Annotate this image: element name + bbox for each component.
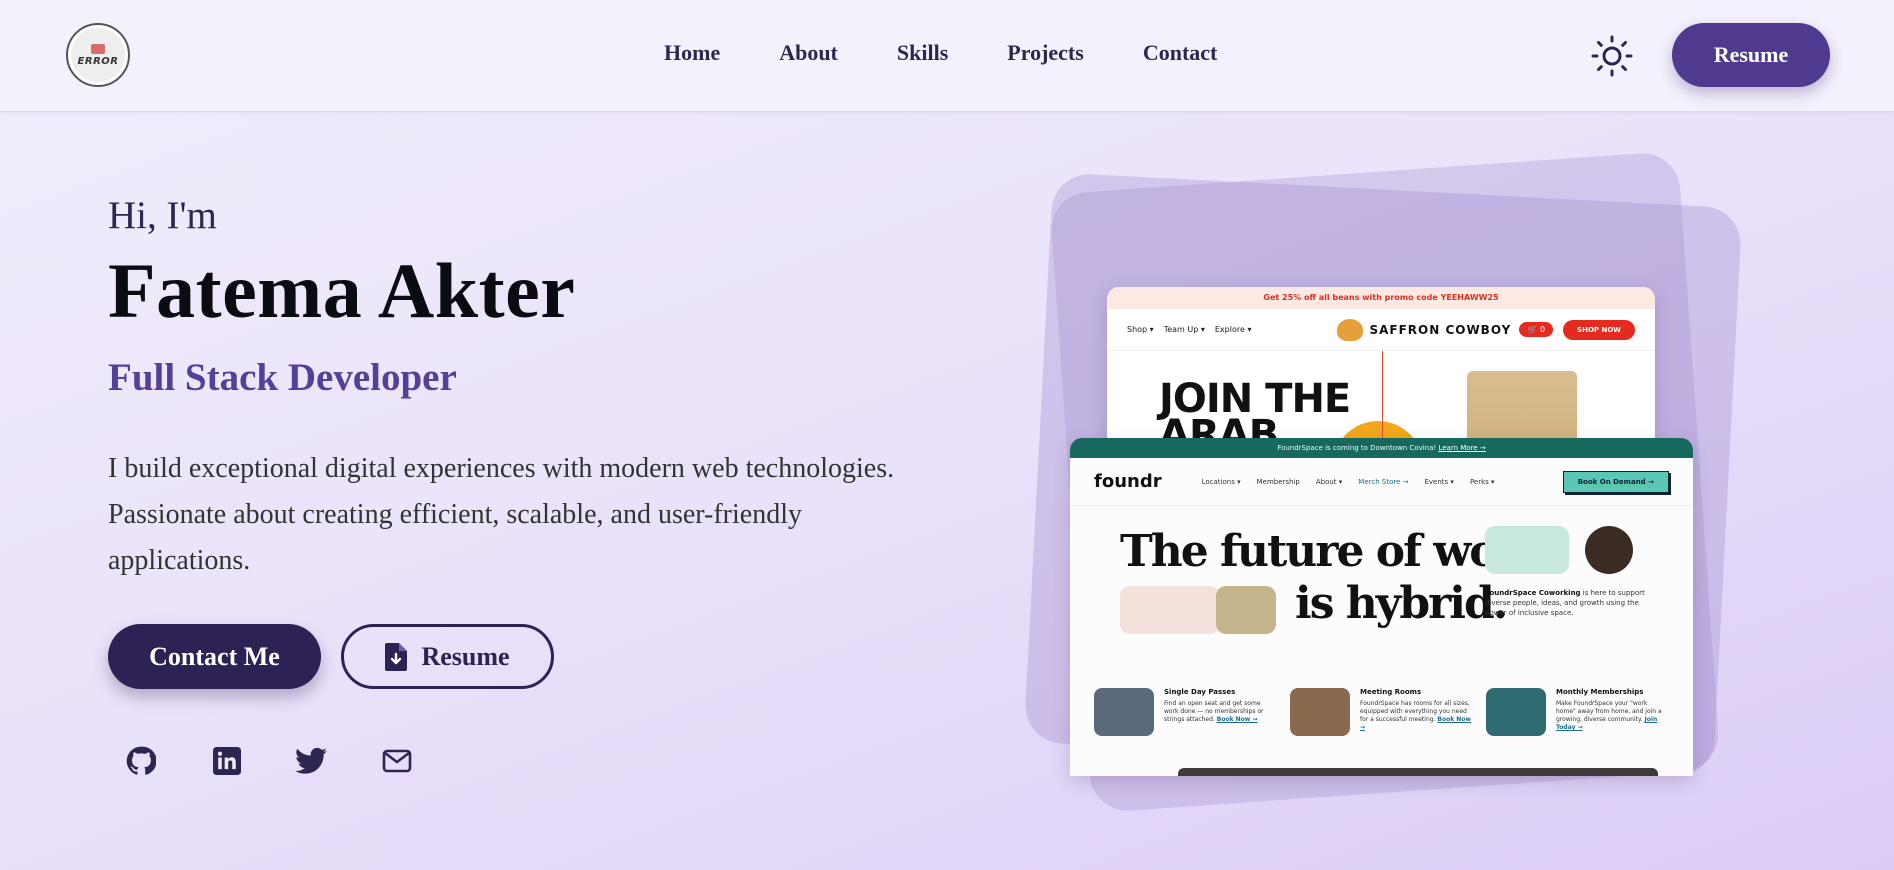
- foundr-cards: Single Day Passes Find an open seat and …: [1094, 688, 1668, 736]
- saffron-brand-name: SAFFRON COWBOY: [1369, 322, 1512, 337]
- saffron-nav: Shop ▾ Team Up ▾ Explore ▾ SAFFRON COWBO…: [1107, 309, 1655, 351]
- resume-download-button[interactable]: Resume: [341, 624, 554, 689]
- foundr-card-title: Meeting Rooms: [1360, 688, 1422, 696]
- foundr-photo-tile: [1216, 586, 1276, 634]
- foundr-nav: foundr Locations ▾ Membership About ▾ Me…: [1070, 458, 1693, 506]
- hero-role: Full Stack Developer: [108, 356, 457, 399]
- hero-greeting: Hi, I'm: [108, 194, 217, 237]
- foundr-link-about: About ▾: [1315, 477, 1343, 486]
- saffron-menu-explore: Explore ▾: [1214, 325, 1252, 334]
- foundr-headline-line2: is hybrid.: [1295, 578, 1508, 629]
- nav-link-skills[interactable]: Skills: [897, 40, 948, 66]
- foundr-desc-bold: FoundrSpace Coworking: [1485, 589, 1581, 597]
- file-download-icon: [385, 642, 408, 671]
- github-icon: [126, 746, 156, 775]
- twitter-icon: [295, 747, 327, 774]
- contact-me-button[interactable]: Contact Me: [108, 624, 321, 689]
- foundr-card-image: [1486, 688, 1546, 736]
- linkedin-icon: [213, 747, 241, 775]
- foundr-zigzag-tile: [1485, 526, 1569, 574]
- foundr-card-link: Book Now →: [1216, 716, 1258, 723]
- foundr-link-membership: Membership: [1256, 477, 1300, 486]
- project-screenshot-foundr[interactable]: FoundrSpace is coming to Downtown Covina…: [1070, 438, 1693, 776]
- foundr-bottom-strip: [1178, 768, 1658, 776]
- nav-link-home[interactable]: Home: [664, 40, 720, 66]
- saffron-mascot-icon: [1337, 318, 1364, 341]
- foundr-banner-link: Learn More →: [1438, 444, 1486, 452]
- saffron-menu-team: Team Up ▾: [1163, 325, 1205, 334]
- twitter-link[interactable]: [294, 744, 328, 778]
- saffron-menu-shop: Shop ▾: [1127, 325, 1154, 334]
- foundr-hero: The future of work is hybrid. FoundrSpac…: [1070, 506, 1693, 676]
- resume-button-label: Resume: [421, 641, 510, 671]
- saffron-cart-badge: 🛒 0: [1519, 322, 1554, 337]
- site-logo[interactable]: ERROR: [66, 23, 130, 87]
- foundr-card-title: Single Day Passes: [1164, 688, 1236, 696]
- foundr-pink-tile: [1120, 586, 1220, 634]
- foundr-description: FoundrSpace Coworking is here to support…: [1485, 588, 1655, 618]
- foundr-link-perks: Perks ▾: [1469, 477, 1495, 486]
- theme-toggle-button[interactable]: [1591, 35, 1633, 77]
- foundr-card-image: [1094, 688, 1154, 736]
- sun-icon: [1591, 35, 1633, 77]
- logo-text: ERROR: [77, 55, 119, 67]
- foundr-headline-line1: The future of work: [1120, 526, 1548, 577]
- foundr-logo: foundr: [1094, 471, 1162, 492]
- top-navbar: ERROR Home About Skills Projects Contact…: [0, 0, 1894, 112]
- saffron-brand: SAFFRON COWBOY: [1337, 318, 1512, 341]
- nav-links: Home About Skills Projects Contact: [664, 40, 1217, 66]
- saffron-shop-now: SHOP NOW: [1563, 319, 1635, 340]
- foundr-card: Single Day Passes Find an open seat and …: [1094, 688, 1276, 736]
- foundr-banner: FoundrSpace is coming to Downtown Covina…: [1070, 438, 1693, 458]
- project-showcase: Get 25% off all beans with promo code YE…: [1010, 150, 1770, 830]
- foundr-link-events: Events ▾: [1424, 477, 1454, 486]
- nav-link-about[interactable]: About: [779, 40, 838, 66]
- foundr-card-image: [1290, 688, 1350, 736]
- foundr-banner-text: FoundrSpace is coming to Downtown Covina…: [1277, 444, 1437, 452]
- foundr-book-button: Book On Demand →: [1562, 470, 1669, 493]
- hero-bio: I build exceptional digital experiences …: [108, 453, 895, 576]
- saffron-promo-bar: Get 25% off all beans with promo code YE…: [1107, 287, 1655, 309]
- github-link[interactable]: [124, 744, 158, 778]
- foundr-card-title: Monthly Memberships: [1556, 688, 1644, 696]
- saffron-cart-count: 0: [1539, 325, 1546, 334]
- foundr-card: Meeting Rooms FoundrSpace has rooms for …: [1290, 688, 1472, 736]
- mail-icon: [382, 749, 412, 773]
- linkedin-link[interactable]: [210, 744, 244, 778]
- nav-link-projects[interactable]: Projects: [1007, 40, 1084, 66]
- hero-name: Fatema Akter: [108, 247, 576, 334]
- logo-mark-icon: [91, 43, 105, 54]
- foundr-person-image: [1585, 526, 1633, 574]
- foundr-card: Monthly Memberships Make FoundrSpace you…: [1486, 688, 1668, 736]
- foundr-link-locations: Locations ▾: [1201, 477, 1241, 486]
- nav-link-contact[interactable]: Contact: [1143, 40, 1218, 66]
- nav-resume-button[interactable]: Resume: [1672, 23, 1830, 87]
- foundr-link-merch: Merch Store →: [1358, 477, 1409, 486]
- email-link[interactable]: [380, 744, 414, 778]
